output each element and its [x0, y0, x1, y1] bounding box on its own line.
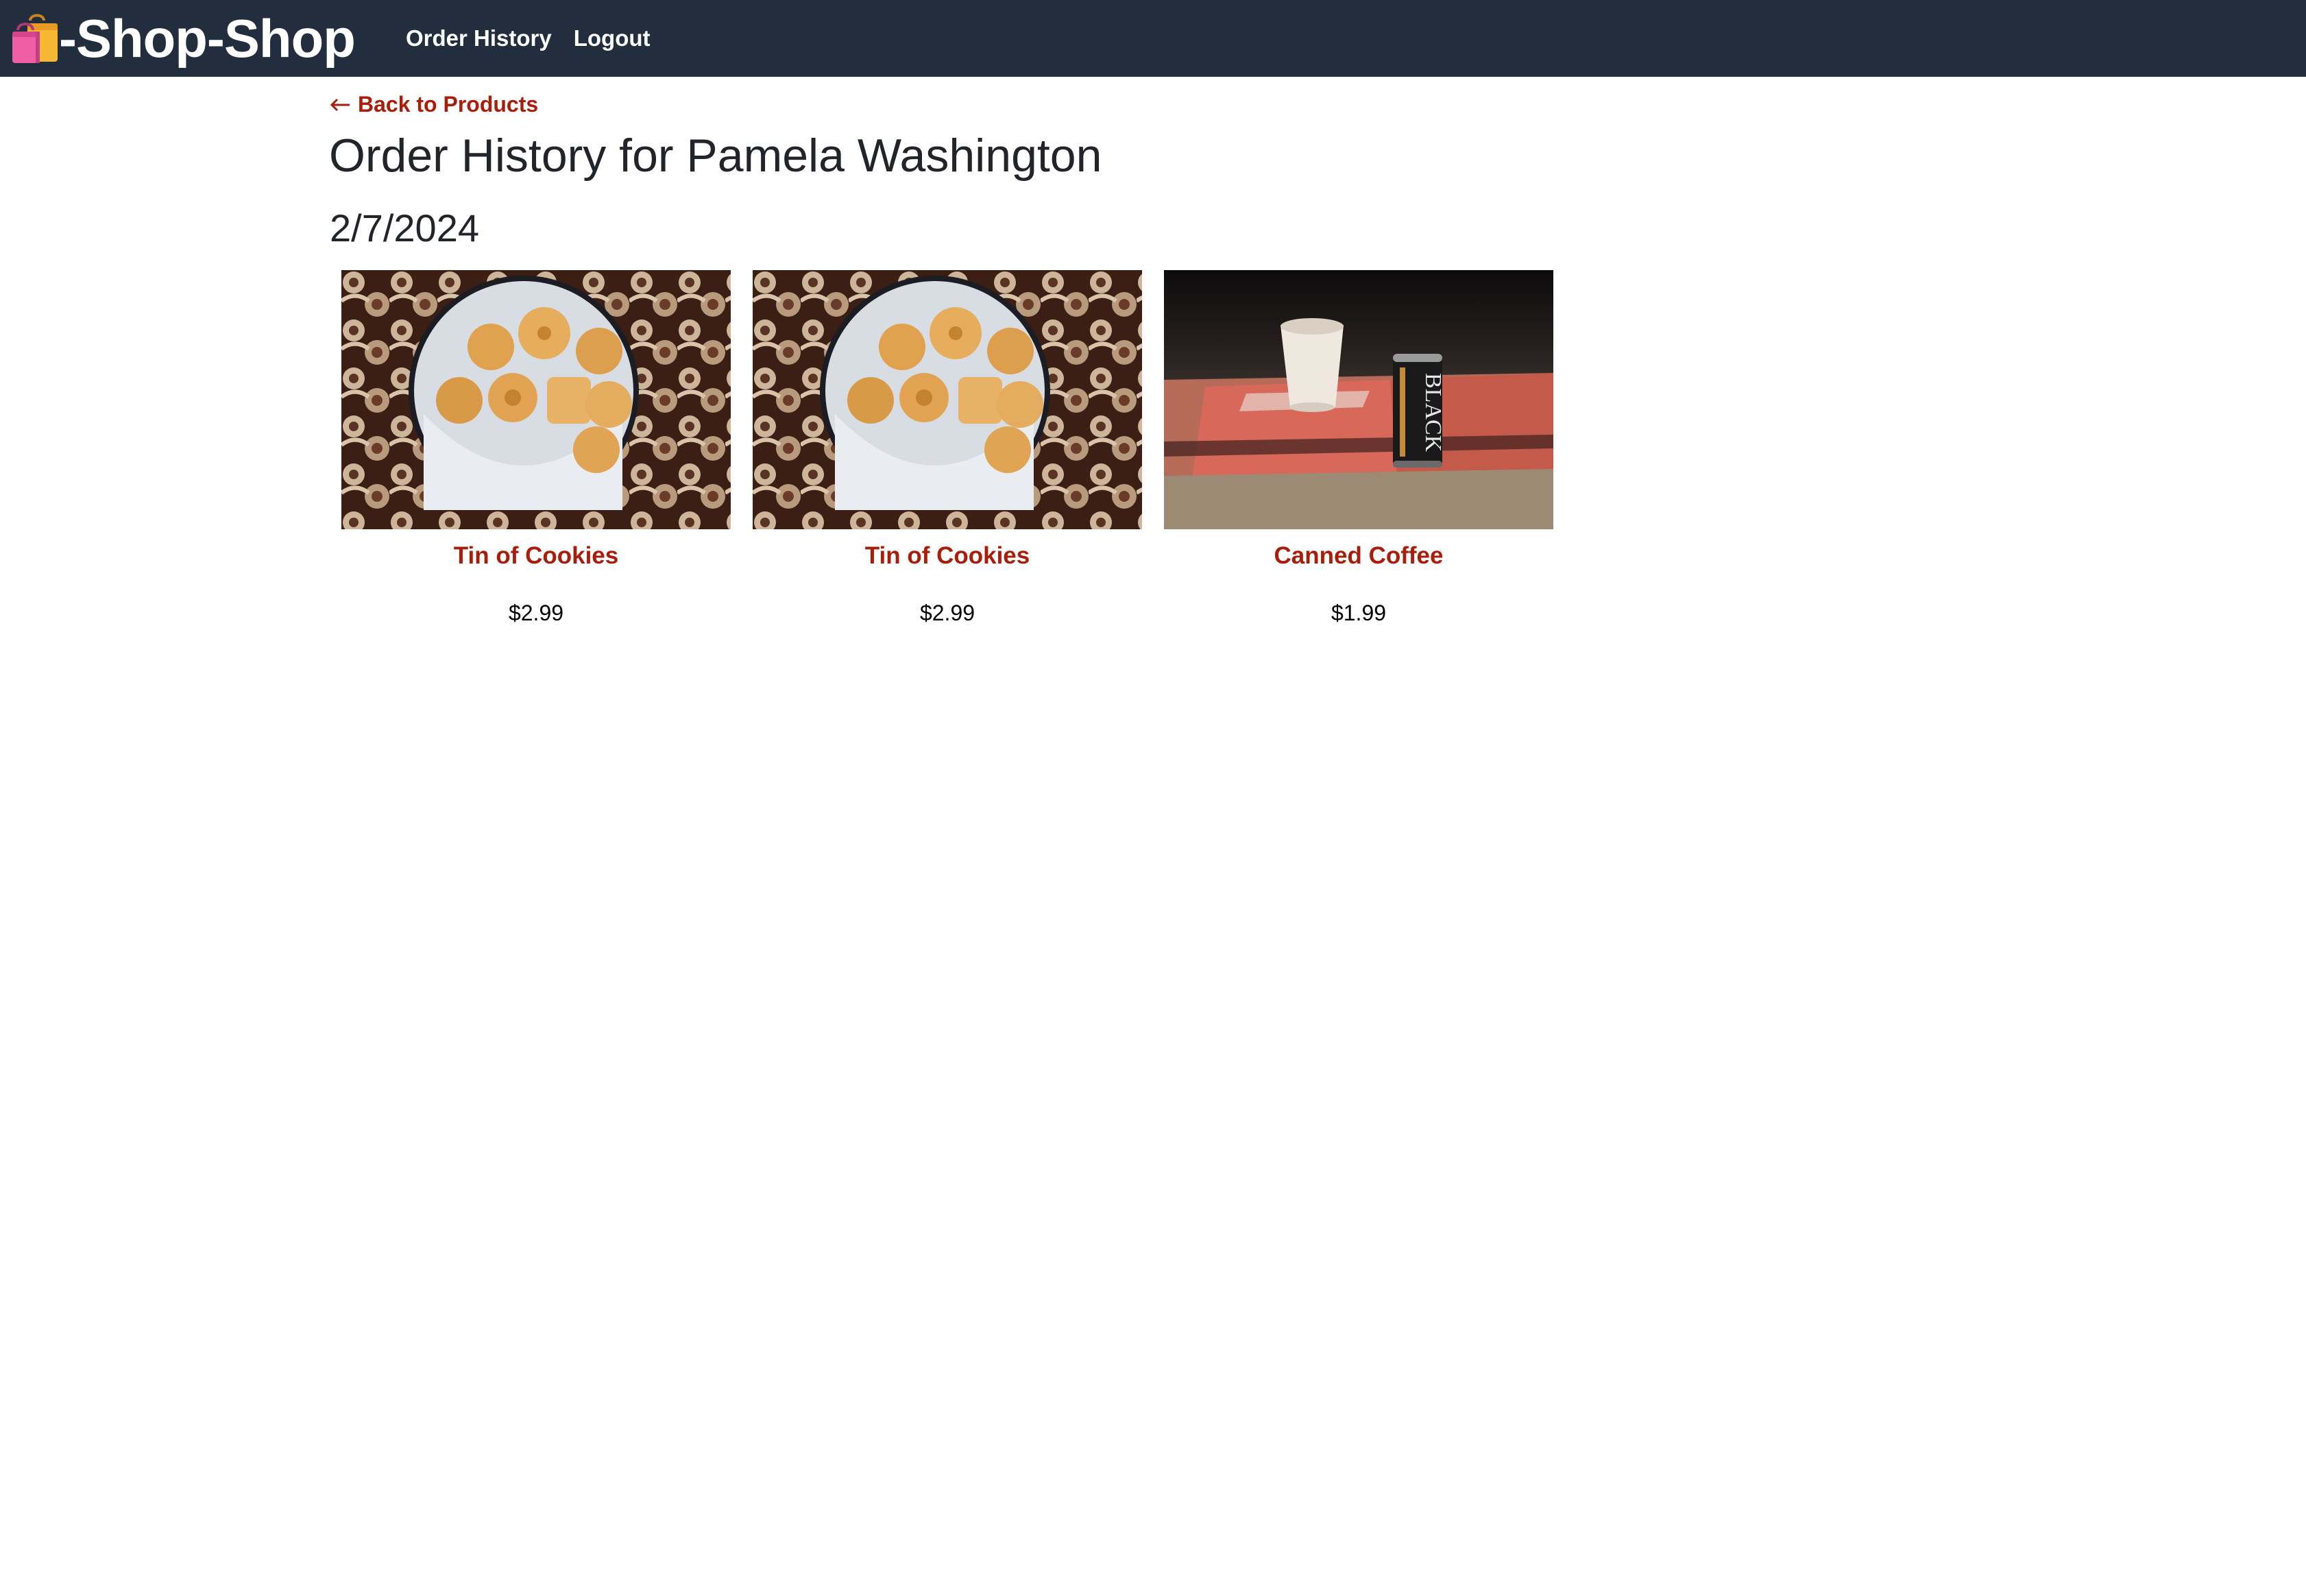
brand-link[interactable]: -Shop-Shop [10, 5, 356, 71]
product-price: $2.99 [919, 601, 975, 625]
product-card: Tin of Cookies $2.99 [753, 270, 1142, 628]
nav-logout-link[interactable]: Logout [574, 23, 651, 53]
product-name-link[interactable]: Canned Coffee [1164, 539, 1553, 573]
order-date: 2/7/2024 [330, 206, 479, 250]
product-price: $1.99 [1331, 601, 1387, 625]
tin-of-cookies-image[interactable] [753, 270, 1142, 529]
order-products-list: Tin of Cookies $2.99 Tin of Cookies $2.9… [341, 270, 1553, 628]
product-price: $2.99 [508, 601, 564, 625]
svg-text:BLACK: BLACK [1420, 373, 1446, 452]
product-name-link[interactable]: Tin of Cookies [753, 539, 1142, 573]
shopping-bags-icon [10, 11, 62, 66]
top-navbar: -Shop-Shop Order History Logout [0, 0, 2306, 77]
page-title: Order History for Pamela Washington [329, 130, 1102, 182]
main-nav: Order History Logout [406, 23, 651, 53]
back-to-products-link[interactable]: Back to Products [330, 89, 538, 119]
nav-order-history-link[interactable]: Order History [406, 23, 552, 53]
canned-coffee-image[interactable]: BLACK [1164, 270, 1553, 529]
tin-of-cookies-image[interactable] [341, 270, 731, 529]
product-name-link[interactable]: Tin of Cookies [341, 539, 731, 573]
brand-name: -Shop-Shop [59, 8, 356, 69]
product-card: Tin of Cookies $2.99 [341, 270, 731, 628]
back-link-label: Back to Products [358, 92, 539, 117]
left-arrow-icon [330, 89, 351, 119]
product-card: BLACK Canned Coffee $1.99 [1164, 270, 1553, 628]
